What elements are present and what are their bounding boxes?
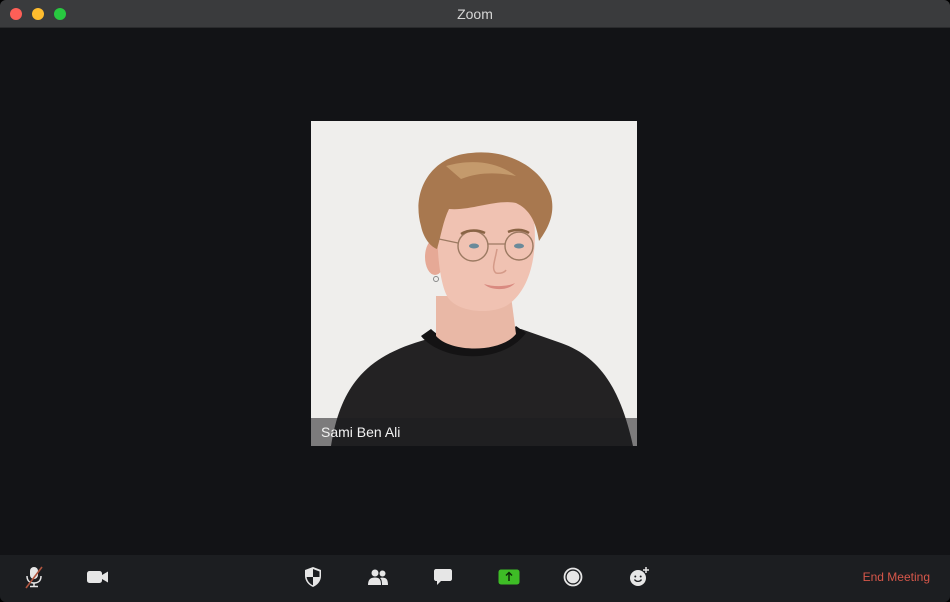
chat-bubble-icon	[434, 569, 452, 585]
participants-button[interactable]	[363, 565, 393, 589]
record-icon	[563, 567, 583, 587]
participant-name: Sami Ben Ali	[321, 424, 401, 440]
participant-name-label: Sami Ben Ali	[311, 418, 637, 446]
title-bar: Zoom	[0, 0, 950, 28]
reactions-button[interactable]	[624, 565, 654, 589]
video-stage: Sami Ben Ali	[0, 28, 950, 555]
mute-button[interactable]	[19, 565, 49, 589]
zoom-window: Zoom Sami Ben Ali End Meeting	[0, 0, 950, 602]
participant-video-feed	[311, 121, 637, 446]
microphone-muted-icon	[25, 566, 43, 589]
reaction-emoji-icon	[630, 567, 649, 586]
record-button[interactable]	[558, 565, 588, 589]
video-button[interactable]	[83, 565, 113, 589]
share-screen-button[interactable]	[494, 565, 524, 589]
window-title: Zoom	[457, 6, 493, 22]
end-meeting-button[interactable]: End Meeting	[863, 570, 930, 584]
participants-icon	[368, 569, 388, 585]
security-button[interactable]	[298, 565, 328, 589]
share-screen-icon	[498, 569, 520, 585]
video-camera-icon	[87, 571, 108, 583]
chat-button[interactable]	[428, 565, 458, 589]
participant-video-tile[interactable]: Sami Ben Ali	[311, 121, 637, 446]
meeting-toolbar: End Meeting	[0, 555, 950, 602]
shield-icon	[305, 567, 321, 587]
